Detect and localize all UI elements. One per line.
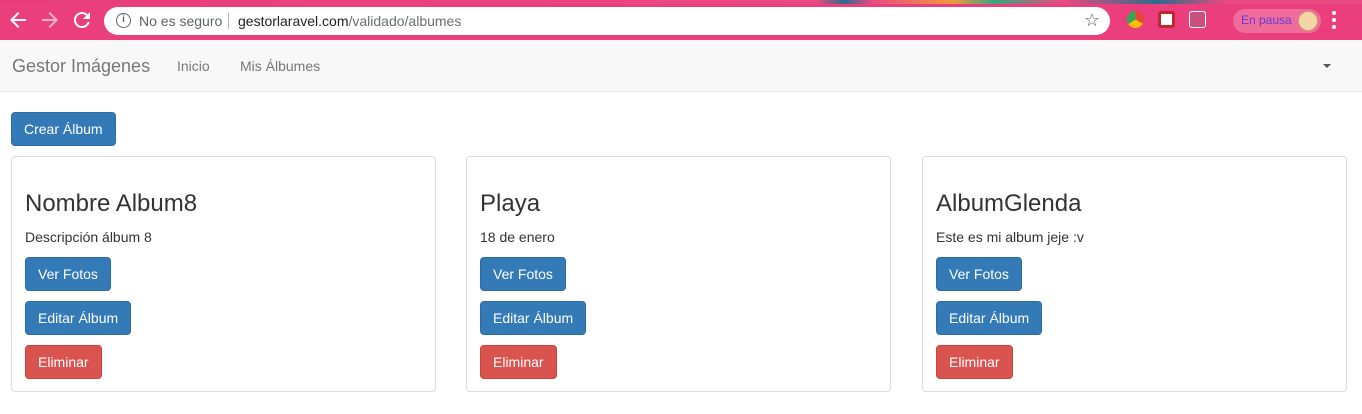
security-status[interactable]: No es seguro xyxy=(139,13,222,29)
arrow-left-icon xyxy=(10,12,26,28)
view-photos-button[interactable]: Ver Fotos xyxy=(25,257,111,291)
navbar-brand[interactable]: Gestor Imágenes xyxy=(12,56,150,77)
nav-link-mis-albumes[interactable]: Mis Álbumes xyxy=(240,58,320,74)
profile-button[interactable]: En pausa xyxy=(1233,9,1321,33)
view-photos-button[interactable]: Ver Fotos xyxy=(936,257,1022,291)
album-card: Nombre Album8 Descripción álbum 8 Ver Fo… xyxy=(11,156,436,392)
edit-album-button[interactable]: Editar Álbum xyxy=(936,301,1043,335)
url-text[interactable]: gestorlaravel.com/validado/albumes xyxy=(238,13,461,29)
album-title: Nombre Album8 xyxy=(25,190,198,217)
browser-theme-banner xyxy=(0,0,1362,4)
back-button[interactable] xyxy=(6,8,30,32)
profile-avatar xyxy=(1298,11,1318,31)
profile-status: En pausa xyxy=(1241,13,1292,27)
address-bar[interactable]: i No es seguro gestorlaravel.com/validad… xyxy=(104,7,1110,35)
info-icon[interactable]: i xyxy=(116,13,131,28)
create-album-button[interactable]: Crear Álbum xyxy=(11,112,116,146)
s-extension-icon[interactable] xyxy=(1189,11,1206,28)
view-photos-button[interactable]: Ver Fotos xyxy=(480,257,566,291)
forward-button[interactable] xyxy=(38,8,62,32)
album-title: AlbumGlenda xyxy=(936,190,1082,217)
delete-album-button[interactable]: Eliminar xyxy=(25,345,102,379)
browser-toolbar: i No es seguro gestorlaravel.com/validad… xyxy=(0,0,1362,40)
edit-album-button[interactable]: Editar Álbum xyxy=(25,301,132,335)
edit-album-button[interactable]: Editar Álbum xyxy=(480,301,587,335)
reload-icon xyxy=(73,12,90,29)
arrow-right-icon xyxy=(42,12,58,28)
album-description: Descripción álbum 8 xyxy=(25,229,152,245)
url-path: /validado/albumes xyxy=(348,13,462,29)
delete-album-button[interactable]: Eliminar xyxy=(936,345,1013,379)
chrome-extension-icon[interactable] xyxy=(1127,11,1144,28)
album-description: 18 de enero xyxy=(480,229,555,245)
url-separator xyxy=(228,13,229,29)
user-dropdown-caret-icon[interactable] xyxy=(1323,64,1331,68)
album-card: Playa 18 de enero Ver Fotos Editar Álbum… xyxy=(466,156,891,392)
reload-button[interactable] xyxy=(70,8,94,32)
url-host: gestorlaravel.com xyxy=(238,13,349,29)
nav-link-inicio[interactable]: Inicio xyxy=(177,58,210,74)
bookmark-star-icon[interactable]: ☆ xyxy=(1084,10,1100,31)
pocket-extension-icon[interactable] xyxy=(1158,11,1175,28)
album-card: AlbumGlenda Este es mi album jeje :v Ver… xyxy=(922,156,1347,392)
delete-album-button[interactable]: Eliminar xyxy=(480,345,557,379)
browser-menu-icon[interactable] xyxy=(1332,11,1336,29)
album-description: Este es mi album jeje :v xyxy=(936,229,1084,245)
app-navbar: Gestor Imágenes Inicio Mis Álbumes xyxy=(0,40,1362,92)
album-title: Playa xyxy=(480,190,541,217)
